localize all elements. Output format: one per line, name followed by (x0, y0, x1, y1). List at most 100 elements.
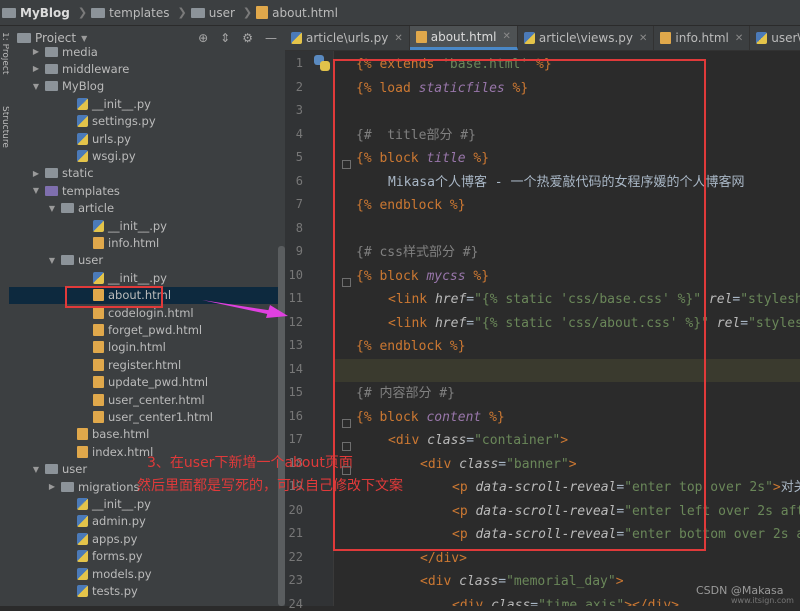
python-file-icon (77, 497, 88, 510)
code-token: ></div> (624, 597, 679, 607)
line-number: 22 (288, 549, 303, 564)
tree-item-label: login.html (108, 340, 166, 355)
close-icon[interactable]: ✕ (394, 33, 402, 44)
tree-item-label: forms.py (92, 549, 143, 564)
expand-arrow-icon[interactable]: ▼ (47, 256, 57, 265)
navigation-bar: MyBlog ❯ templates ❯ user ❯ about.html (0, 0, 800, 26)
tree-item[interactable]: wsgi.py (9, 147, 285, 164)
code-token: class (491, 597, 531, 607)
html-file-icon (93, 236, 104, 249)
python-file-icon (93, 271, 104, 284)
fold-marker-icon[interactable] (342, 277, 351, 287)
expand-arrow-icon[interactable]: ▼ (31, 82, 41, 91)
tree-item[interactable]: register.html (9, 356, 285, 373)
code-token: = (498, 574, 507, 589)
tree-item[interactable]: apps.py (9, 530, 285, 547)
breadcrumb-file[interactable]: about.html (256, 6, 338, 20)
tree-item[interactable]: forms.py (9, 548, 285, 565)
code-token: <div (420, 574, 460, 589)
tree-item[interactable]: tests.py (9, 582, 285, 599)
tree-item[interactable]: ▶ media (9, 43, 285, 60)
tree-item[interactable]: forget_pwd.html (9, 321, 285, 338)
line-number: 3 (295, 103, 303, 117)
tree-item-label: user (62, 462, 88, 477)
collapse-arrow-icon[interactable]: ▶ (31, 47, 41, 56)
fold-marker-icon[interactable] (342, 418, 351, 428)
collapse-arrow-icon[interactable]: ▶ (31, 64, 41, 73)
tree-item[interactable]: ▼ templates (9, 182, 285, 199)
tree-item[interactable]: admin.py (9, 513, 285, 530)
tree-item[interactable]: settings.py (9, 113, 285, 130)
tree-item[interactable]: info.html (9, 234, 285, 251)
html-file-icon (415, 30, 427, 43)
tree-item[interactable]: user_center1.html (9, 408, 285, 425)
code-token: class (459, 574, 499, 589)
tree-item-label: templates (62, 183, 120, 198)
line-number: 21 (288, 526, 303, 540)
tree-item[interactable]: __init__.py (9, 269, 285, 286)
code-token: <div (452, 597, 492, 607)
tree-item-label: urls.py (92, 131, 131, 146)
html-file-icon (93, 306, 104, 319)
breadcrumb-user[interactable]: user (190, 6, 235, 20)
tree-item[interactable]: ▶ middleware (9, 60, 285, 77)
editor-tab[interactable]: article\views.py ✕ (518, 26, 655, 50)
chevron-right-icon: ❯ (77, 6, 88, 19)
collapse-arrow-icon[interactable]: ▶ (47, 482, 57, 491)
tree-item-label: user_center1.html (108, 409, 213, 424)
tree-item-label: __init__.py (108, 270, 167, 285)
line-number: 24 (288, 596, 303, 611)
python-file-icon (77, 584, 88, 597)
close-icon[interactable]: ✕ (503, 31, 511, 42)
tree-item-label: __init__.py (92, 496, 151, 511)
tree-item-label: static (62, 166, 94, 181)
tab-label: about.html (430, 29, 497, 44)
expand-arrow-icon[interactable]: ▼ (31, 186, 41, 195)
chevron-down-icon[interactable]: ▼ (81, 34, 87, 43)
project-icon (17, 33, 31, 43)
tree-item[interactable]: ▼ article (9, 200, 285, 217)
tree-item[interactable]: update_pwd.html (9, 374, 285, 391)
html-file-icon (660, 32, 672, 44)
tree-item[interactable]: user_center.html (9, 391, 285, 408)
breadcrumb-templates[interactable]: templates (91, 6, 170, 20)
editor-tabs: article\urls.py ✕ about.html ✕ article\views… (285, 26, 800, 51)
folder-icon (61, 203, 74, 214)
tree-item[interactable]: models.py (9, 565, 285, 582)
editor-tab[interactable]: article\urls.py ✕ (285, 26, 410, 50)
python-file-icon (756, 32, 768, 44)
tree-item-label: wsgi.py (92, 148, 136, 163)
breadcrumb-project[interactable]: MyBlog (2, 6, 70, 20)
html-file-icon (93, 323, 104, 336)
tree-item[interactable]: urls.py (9, 130, 285, 147)
tree-item[interactable]: ▼ MyBlog (9, 78, 285, 95)
folder-icon (2, 7, 16, 18)
tree-item[interactable]: ▼ user (9, 252, 285, 269)
code-token: = (530, 597, 539, 607)
tree-item[interactable]: ▶ static (9, 165, 285, 182)
close-icon[interactable]: ✕ (639, 33, 647, 44)
fold-marker-icon[interactable] (342, 442, 351, 451)
python-icon (314, 55, 330, 71)
editor-tab[interactable]: info.html ✕ (654, 26, 751, 50)
expand-arrow-icon[interactable]: ▼ (47, 204, 57, 213)
folder-icon (45, 81, 58, 92)
fold-marker-icon[interactable] (342, 160, 351, 169)
fold-marker-icon[interactable] (342, 465, 351, 475)
tree-item[interactable]: login.html (9, 339, 285, 356)
expand-arrow-icon[interactable]: ▼ (31, 465, 41, 474)
editor-tab[interactable]: user\views.py✕ (750, 26, 800, 50)
tree-item-label: models.py (92, 566, 152, 581)
html-file-icon (93, 393, 104, 406)
line-number: 10 (288, 267, 303, 282)
file-highlight-box (65, 286, 163, 308)
tree-item[interactable]: __init__.py (9, 95, 285, 112)
code-token: > (772, 480, 781, 495)
watermark-sub: www.itsign.com (731, 596, 794, 605)
editor-tab[interactable]: about.html ✕ (409, 26, 518, 50)
collapse-arrow-icon[interactable]: ▶ (31, 169, 41, 178)
tree-item[interactable]: base.html (9, 426, 285, 443)
close-icon[interactable]: ✕ (735, 33, 743, 44)
tree-item[interactable]: __init__.py (9, 217, 285, 234)
